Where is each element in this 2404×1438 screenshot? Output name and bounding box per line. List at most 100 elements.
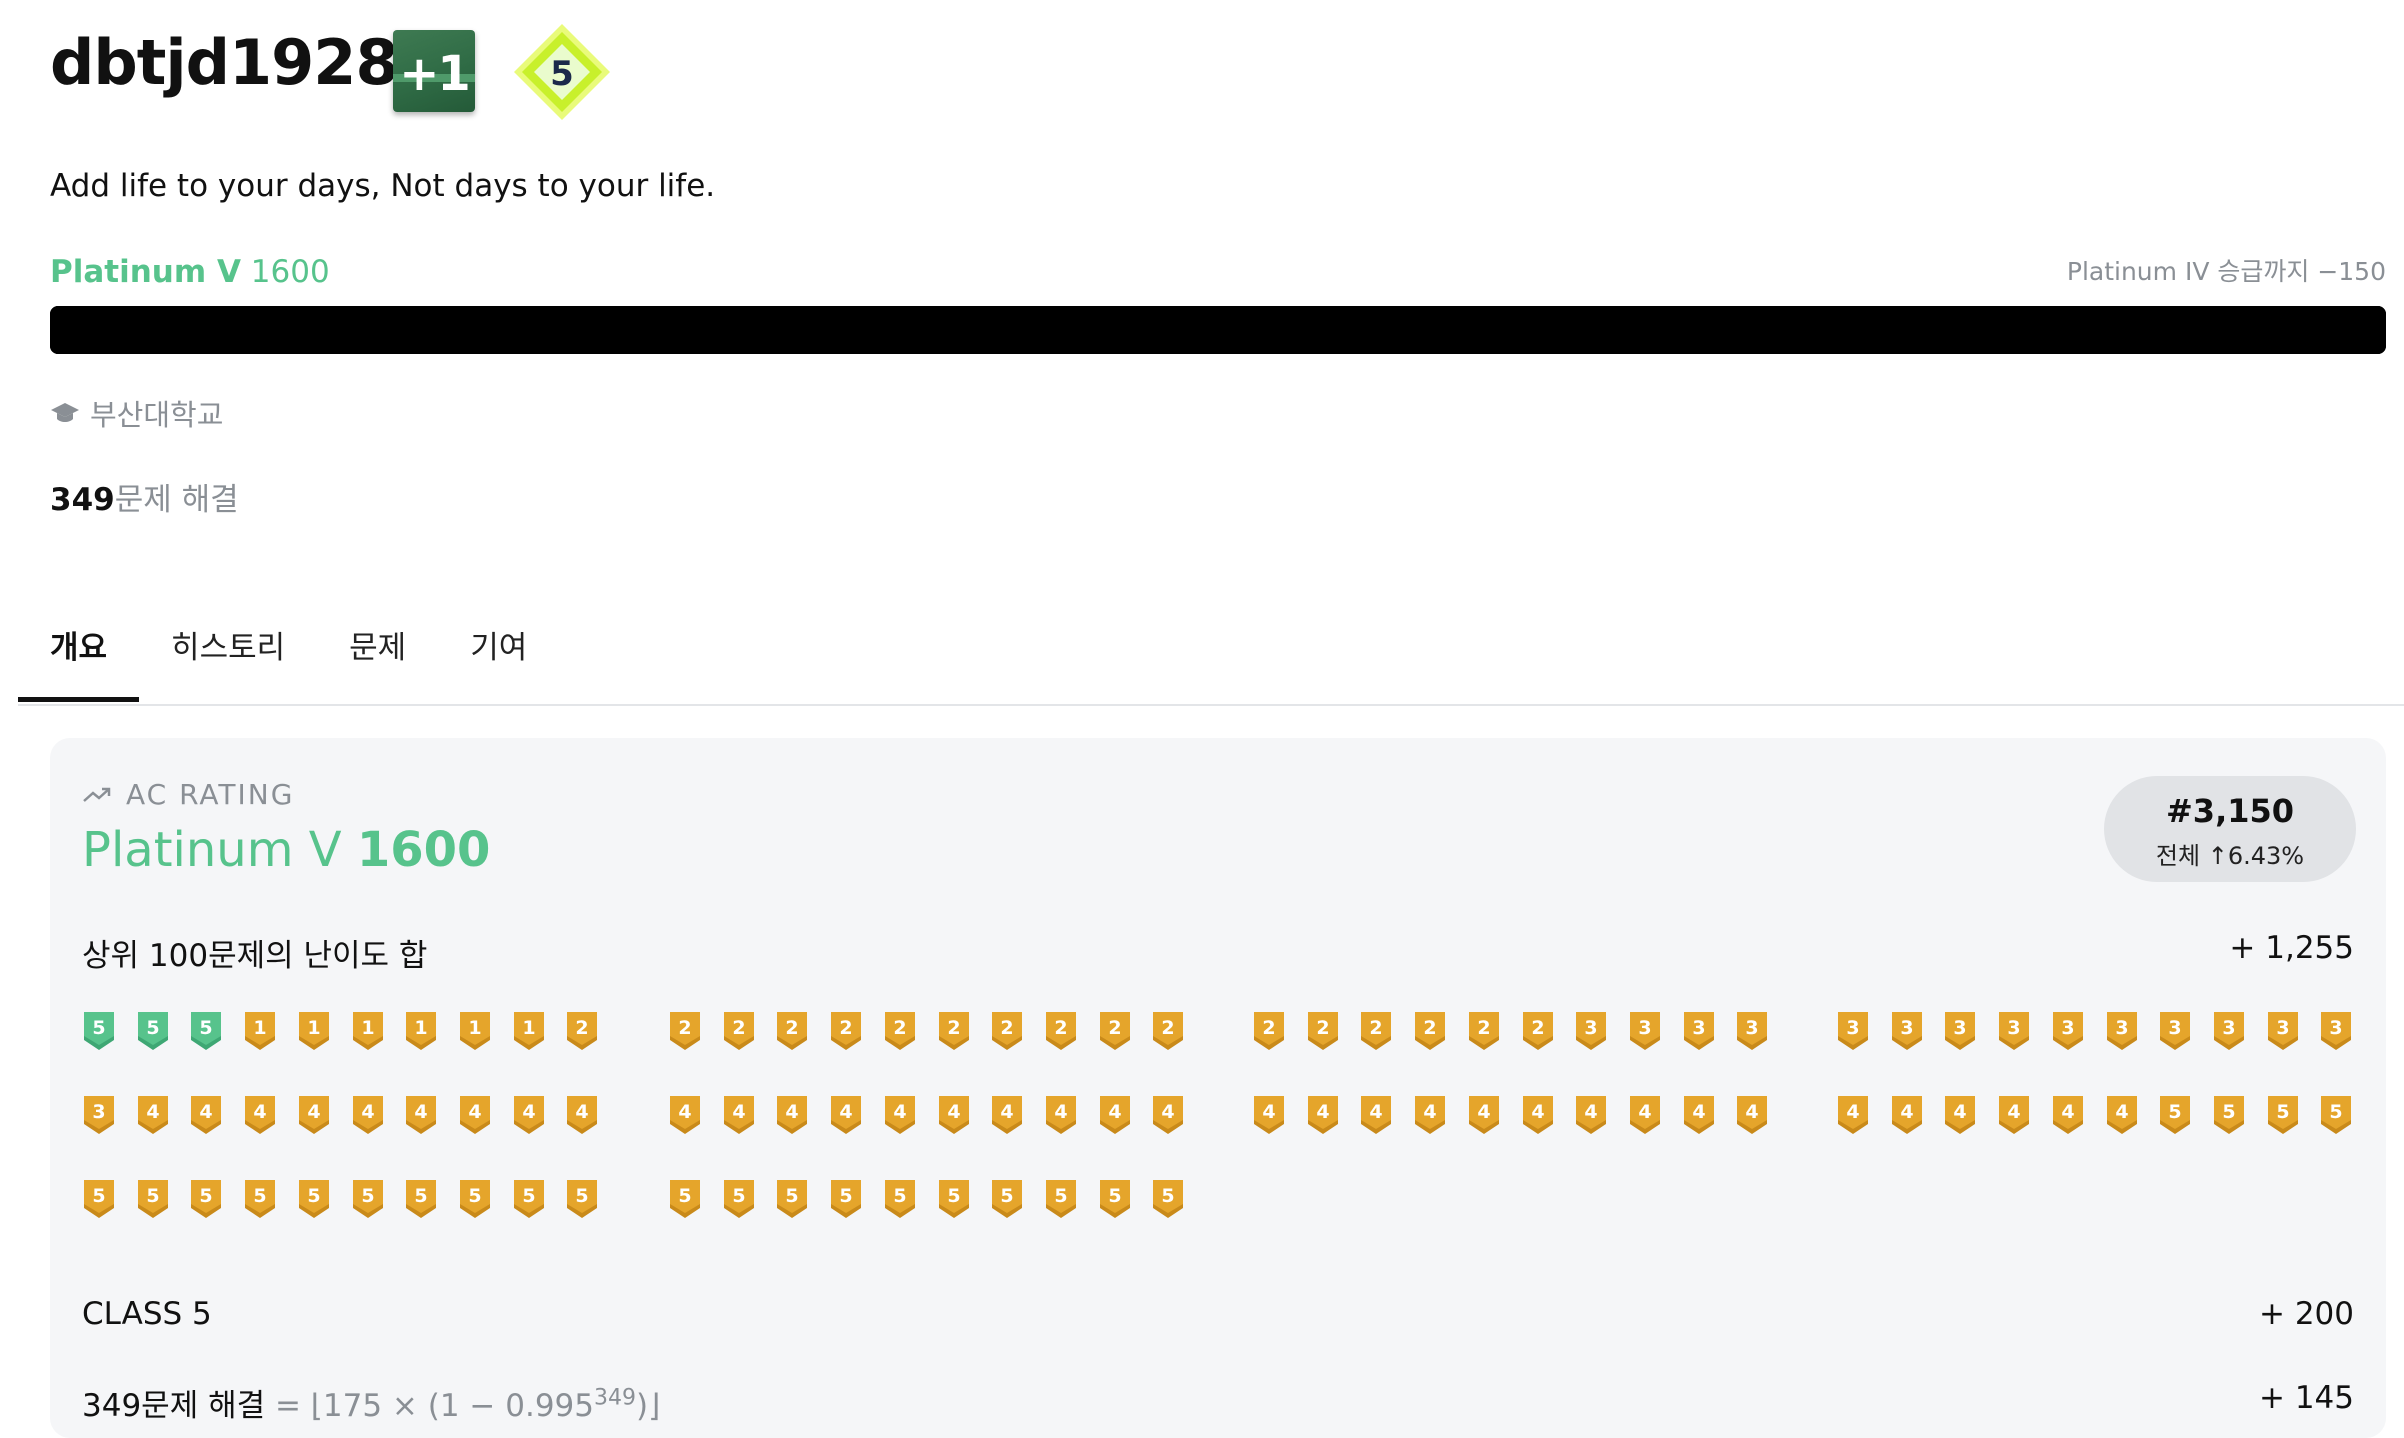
problem-tier-badge[interactable]: 4 — [565, 1094, 599, 1136]
problem-tier-badge[interactable]: 1 — [458, 1010, 492, 1052]
solvedac-plus-badge[interactable]: +1 — [393, 30, 475, 112]
problem-tier-badge[interactable]: 5 — [565, 1178, 599, 1220]
problem-tier-badge[interactable]: 4 — [775, 1094, 809, 1136]
problem-tier-badge[interactable]: 3 — [1890, 1010, 1924, 1052]
problem-tier-badge[interactable]: 4 — [937, 1094, 971, 1136]
problem-tier-badge[interactable]: 5 — [1151, 1178, 1185, 1220]
problem-tier-badge[interactable]: 4 — [829, 1094, 863, 1136]
problem-tier-badge[interactable]: 5 — [458, 1178, 492, 1220]
problem-tier-badge[interactable]: 4 — [404, 1094, 438, 1136]
problem-tier-badge[interactable]: 4 — [1467, 1094, 1501, 1136]
problem-tier-badge[interactable]: 4 — [1413, 1094, 1447, 1136]
problem-tier-badge[interactable]: 2 — [1306, 1010, 1340, 1052]
problem-tier-badge[interactable]: 4 — [1682, 1094, 1716, 1136]
problem-tier-badge[interactable]: 5 — [243, 1178, 277, 1220]
problem-tier-badge[interactable]: 3 — [2266, 1010, 2300, 1052]
problem-tier-badge[interactable]: 3 — [1735, 1010, 1769, 1052]
problem-tier-badge[interactable]: 4 — [1574, 1094, 1608, 1136]
problem-tier-badge[interactable]: 1 — [404, 1010, 438, 1052]
problem-tier-badge[interactable]: 3 — [1574, 1010, 1608, 1052]
problem-tier-badge[interactable]: 1 — [512, 1010, 546, 1052]
problem-tier-badge[interactable]: 3 — [1682, 1010, 1716, 1052]
problem-tier-badge[interactable]: 2 — [722, 1010, 756, 1052]
problem-tier-badge[interactable]: 2 — [1413, 1010, 1447, 1052]
problem-tier-badge[interactable]: 4 — [1735, 1094, 1769, 1136]
problem-tier-badge[interactable]: 4 — [512, 1094, 546, 1136]
problem-tier-badge[interactable]: 5 — [1098, 1178, 1132, 1220]
problem-tier-badge[interactable]: 3 — [2051, 1010, 2085, 1052]
problem-tier-badge[interactable]: 4 — [458, 1094, 492, 1136]
problem-tier-badge[interactable]: 4 — [1943, 1094, 1977, 1136]
problem-tier-badge[interactable]: 5 — [1044, 1178, 1078, 1220]
problem-tier-badge[interactable]: 5 — [2266, 1094, 2300, 1136]
problem-tier-badge[interactable]: 4 — [1628, 1094, 1662, 1136]
problem-tier-badge[interactable]: 2 — [565, 1010, 599, 1052]
problem-tier-badge[interactable]: 2 — [1252, 1010, 1286, 1052]
problem-tier-badge[interactable]: 5 — [297, 1178, 331, 1220]
problem-tier-badge[interactable]: 3 — [1836, 1010, 1870, 1052]
problem-tier-badge[interactable]: 3 — [82, 1094, 116, 1136]
rank-badge[interactable]: #3,150 전체 ↑6.43% — [2104, 776, 2356, 882]
problem-tier-badge[interactable]: 5 — [512, 1178, 546, 1220]
school-info[interactable]: 부산대학교 — [50, 392, 223, 434]
problem-tier-badge[interactable]: 4 — [990, 1094, 1024, 1136]
problem-tier-badge[interactable]: 4 — [1521, 1094, 1555, 1136]
problem-tier-badge[interactable]: 1 — [351, 1010, 385, 1052]
problem-tier-badge[interactable]: 4 — [1359, 1094, 1393, 1136]
problem-tier-badge[interactable]: 5 — [351, 1178, 385, 1220]
problem-tier-badge[interactable]: 4 — [1890, 1094, 1924, 1136]
problem-tier-badge[interactable]: 2 — [1467, 1010, 1501, 1052]
problem-tier-badge[interactable]: 5 — [2212, 1094, 2246, 1136]
problem-tier-badge[interactable]: 4 — [136, 1094, 170, 1136]
problem-tier-badge[interactable]: 4 — [189, 1094, 223, 1136]
problem-tier-badge[interactable]: 4 — [1836, 1094, 1870, 1136]
problem-tier-badge[interactable]: 2 — [1098, 1010, 1132, 1052]
problem-tier-badge[interactable]: 2 — [775, 1010, 809, 1052]
problem-tier-badge[interactable]: 3 — [2158, 1010, 2192, 1052]
problem-tier-badge[interactable]: 3 — [1628, 1010, 1662, 1052]
problem-tier-badge[interactable]: 4 — [668, 1094, 702, 1136]
problem-tier-badge[interactable]: 4 — [1044, 1094, 1078, 1136]
tab-history[interactable]: 히스토리 — [139, 604, 317, 702]
problem-tier-badge[interactable]: 2 — [1044, 1010, 1078, 1052]
problem-tier-badge[interactable]: 5 — [722, 1178, 756, 1220]
tab-contributions[interactable]: 기여 — [438, 604, 559, 702]
problem-tier-badge[interactable]: 4 — [1151, 1094, 1185, 1136]
class-badge-icon[interactable]: 5 — [512, 22, 612, 122]
problem-tier-badge[interactable]: 5 — [189, 1010, 223, 1052]
problem-tier-badge[interactable]: 3 — [2105, 1010, 2139, 1052]
problem-tier-badge[interactable]: 5 — [82, 1010, 116, 1052]
problem-tier-badge[interactable]: 5 — [189, 1178, 223, 1220]
problem-tier-badge[interactable]: 3 — [1943, 1010, 1977, 1052]
problem-tier-badge[interactable]: 3 — [1997, 1010, 2031, 1052]
problem-tier-badge[interactable]: 5 — [2158, 1094, 2192, 1136]
tab-overview[interactable]: 개요 — [18, 604, 140, 702]
problem-tier-badge[interactable]: 4 — [1252, 1094, 1286, 1136]
problem-tier-badge[interactable]: 5 — [136, 1178, 170, 1220]
problem-tier-badge[interactable]: 2 — [668, 1010, 702, 1052]
problem-tier-badge[interactable]: 4 — [1098, 1094, 1132, 1136]
problem-tier-badge[interactable]: 5 — [2319, 1094, 2353, 1136]
problem-tier-badge[interactable]: 5 — [829, 1178, 863, 1220]
problem-tier-badge[interactable]: 4 — [722, 1094, 756, 1136]
problem-tier-badge[interactable]: 2 — [829, 1010, 863, 1052]
problem-tier-badge[interactable]: 5 — [668, 1178, 702, 1220]
problem-tier-badge[interactable]: 3 — [2319, 1010, 2353, 1052]
problem-tier-badge[interactable]: 4 — [883, 1094, 917, 1136]
problem-tier-badge[interactable]: 2 — [883, 1010, 917, 1052]
problem-tier-badge[interactable]: 4 — [2105, 1094, 2139, 1136]
problem-tier-badge[interactable]: 4 — [243, 1094, 277, 1136]
problem-tier-badge[interactable]: 5 — [990, 1178, 1024, 1220]
problem-tier-badge[interactable]: 4 — [351, 1094, 385, 1136]
problem-tier-badge[interactable]: 4 — [2051, 1094, 2085, 1136]
problem-tier-badge[interactable]: 5 — [775, 1178, 809, 1220]
problem-tier-badge[interactable]: 5 — [937, 1178, 971, 1220]
problem-tier-badge[interactable]: 2 — [1359, 1010, 1393, 1052]
problem-tier-badge[interactable]: 1 — [297, 1010, 331, 1052]
problem-tier-badge[interactable]: 4 — [1306, 1094, 1340, 1136]
problem-tier-badge[interactable]: 2 — [990, 1010, 1024, 1052]
problem-tier-badge[interactable]: 4 — [1997, 1094, 2031, 1136]
problem-tier-badge[interactable]: 1 — [243, 1010, 277, 1052]
problem-tier-badge[interactable]: 4 — [297, 1094, 331, 1136]
tab-problems[interactable]: 문제 — [317, 604, 438, 702]
